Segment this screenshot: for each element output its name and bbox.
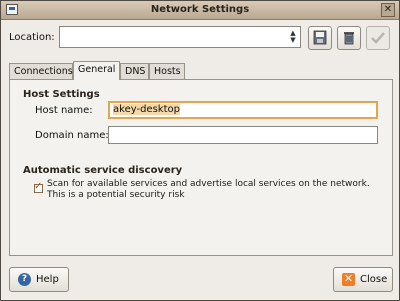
apply-location-button[interactable]: [366, 26, 390, 50]
tab-hosts[interactable]: Hosts: [149, 63, 185, 79]
host-name-label: Host name:: [35, 105, 93, 116]
domain-name-label: Domain name:: [35, 130, 109, 141]
location-label: Location:: [9, 32, 55, 43]
close-icon: ✕: [342, 272, 355, 286]
title-bar[interactable]: Network Settings ✕: [1, 1, 399, 20]
host-name-value: akey-desktop: [113, 104, 180, 115]
close-button[interactable]: ✕ Close: [333, 267, 393, 292]
delete-location-icon: [344, 32, 354, 45]
host-name-field[interactable]: akey-desktop: [108, 101, 378, 119]
location-combo[interactable]: ▲ ▼: [59, 26, 301, 48]
save-location-button[interactable]: [308, 26, 332, 50]
help-icon: ?: [18, 273, 31, 286]
floppy-save-icon: [313, 30, 327, 45]
window-title: Network Settings: [150, 4, 250, 15]
domain-name-field[interactable]: [108, 126, 378, 144]
host-settings-heading: Host Settings: [23, 89, 100, 100]
delete-location-button[interactable]: [337, 26, 361, 50]
help-button[interactable]: ? Help: [9, 267, 69, 292]
help-button-label: Help: [36, 274, 59, 285]
close-button-label: Close: [360, 274, 388, 285]
service-discovery-checkbox[interactable]: [34, 181, 43, 193]
tab-connections[interactable]: Connections: [9, 63, 73, 79]
service-discovery-text[interactable]: Scan for available services and advertis…: [47, 179, 387, 201]
tab-dns[interactable]: DNS: [120, 63, 149, 79]
discovery-heading: Automatic service discovery: [23, 165, 183, 176]
network-settings-window: Network Settings ✕ Location: ▲ ▼ Connecti…: [0, 0, 400, 301]
window-close-button[interactable]: ✕: [381, 3, 395, 17]
combo-arrows-icon: ▲ ▼: [290, 29, 296, 44]
tab-general[interactable]: General: [73, 61, 120, 80]
checkmark-icon: [371, 32, 385, 44]
